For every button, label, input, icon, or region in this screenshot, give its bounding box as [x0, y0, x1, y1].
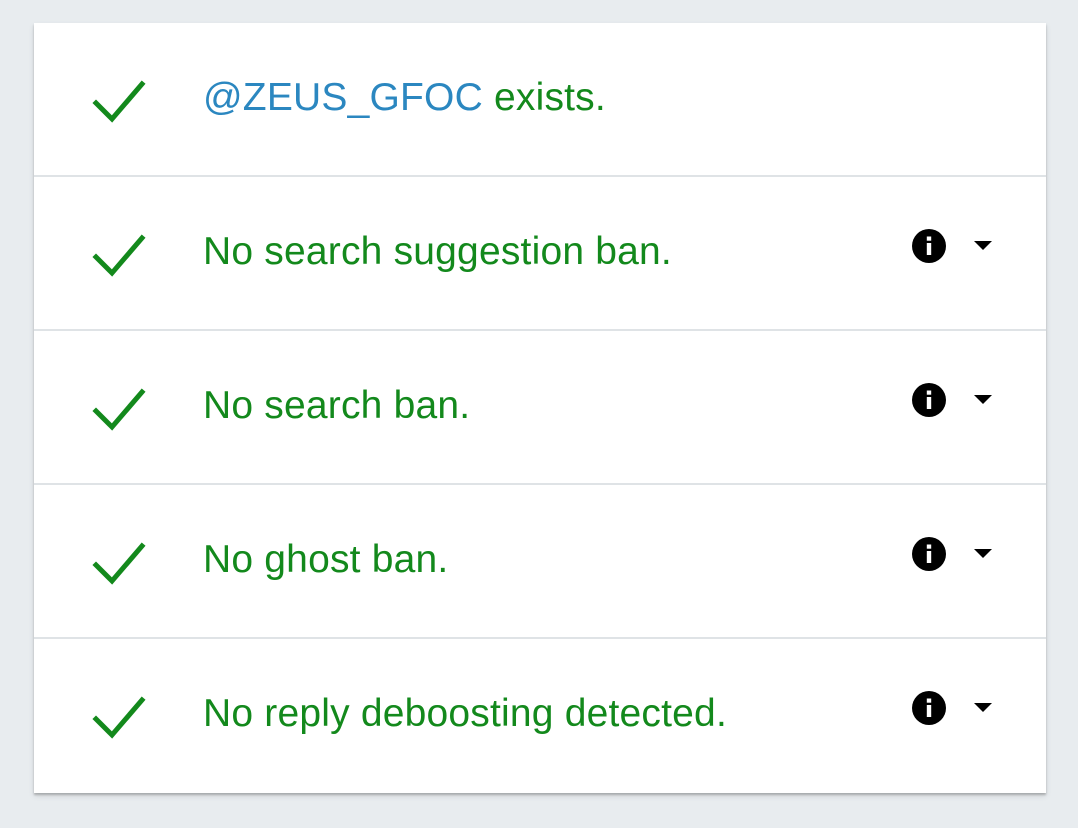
check-icon — [92, 696, 146, 739]
caret-down-icon[interactable] — [974, 241, 992, 251]
info-icon[interactable] — [911, 228, 947, 264]
caret-down-icon[interactable] — [974, 703, 992, 713]
result-text: exists. — [482, 76, 606, 119]
result-label: No ghost ban. — [203, 535, 448, 585]
check-icon — [92, 388, 146, 431]
info-icon[interactable] — [911, 382, 947, 418]
info-icon[interactable] — [911, 536, 947, 572]
result-text: No search ban. — [203, 384, 471, 427]
result-row-reply-deboosting: No reply deboosting detected. — [34, 639, 1046, 791]
check-icon — [92, 80, 146, 123]
result-row-search-suggestion-ban: No search suggestion ban. — [34, 177, 1046, 331]
result-label: No search suggestion ban. — [203, 227, 672, 277]
caret-down-icon[interactable] — [974, 549, 992, 559]
result-label: No search ban. — [203, 381, 470, 431]
check-icon — [92, 234, 146, 277]
check-icon — [92, 542, 146, 585]
result-text: No search suggestion ban. — [203, 230, 672, 273]
result-label: No reply deboosting detected. — [203, 689, 727, 739]
result-text: No reply deboosting detected. — [203, 692, 727, 735]
results-card: @ZEUS_GFOC exists. No search suggestion … — [34, 23, 1046, 793]
result-text: No ghost ban. — [203, 538, 449, 581]
result-row-exists: @ZEUS_GFOC exists. — [34, 23, 1046, 177]
caret-down-icon[interactable] — [974, 395, 992, 405]
result-row-ghost-ban: No ghost ban. — [34, 485, 1046, 639]
account-handle-link[interactable]: @ZEUS_GFOC — [203, 76, 483, 119]
result-label: @ZEUS_GFOC exists. — [203, 73, 606, 123]
result-row-search-ban: No search ban. — [34, 331, 1046, 485]
info-icon[interactable] — [911, 690, 947, 726]
